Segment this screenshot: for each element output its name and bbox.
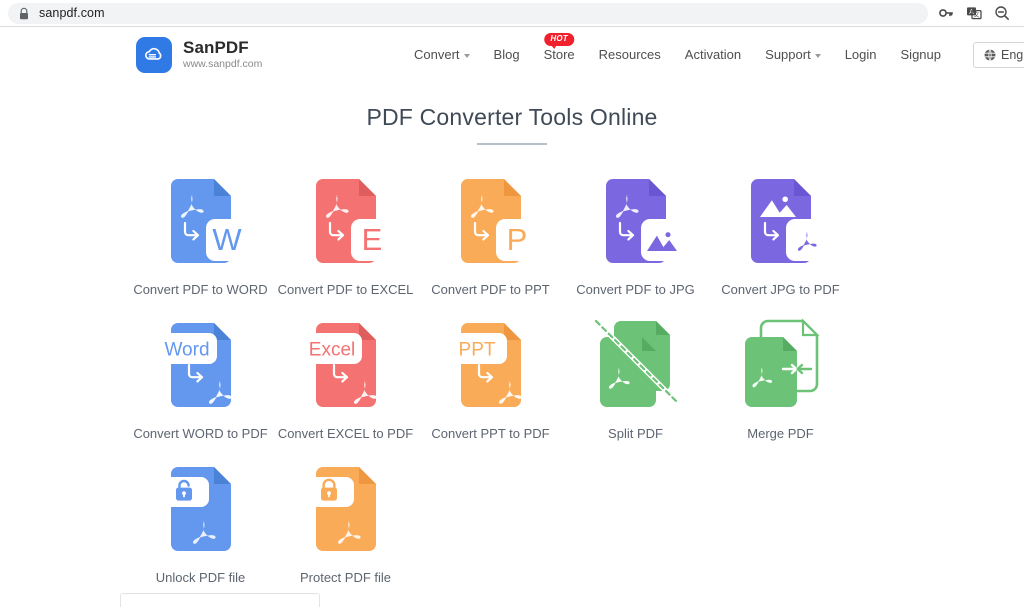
tools-grid: W Convert PDF to WORD E Convert PDF to EXCE… bbox=[0, 171, 1024, 603]
nav-item-support[interactable]: Support bbox=[753, 47, 833, 62]
nav-item-label: Store bbox=[544, 47, 575, 62]
page-title: PDF Converter Tools Online bbox=[0, 104, 1024, 131]
convert-pdf-to-jpg-icon bbox=[586, 171, 686, 271]
nav-item-label: Activation bbox=[685, 47, 741, 62]
language-selector-label: English bbox=[1001, 48, 1024, 62]
nav-item-label: Signup bbox=[901, 47, 941, 62]
browser-toolbar-actions: A 文 bbox=[938, 5, 1010, 21]
svg-text:P: P bbox=[506, 222, 527, 257]
svg-text:Word: Word bbox=[164, 340, 209, 361]
convert-word-to-pdf-icon: Word bbox=[151, 315, 251, 415]
tool-card-convert-excel-to-pdf[interactable]: Excel Convert EXCEL to PDF bbox=[273, 315, 418, 441]
brand-name: SanPDF bbox=[183, 39, 262, 56]
address-bar[interactable]: sanpdf.com bbox=[8, 3, 928, 24]
tool-label: Convert PDF to JPG bbox=[576, 282, 694, 297]
tool-card-convert-pdf-to-excel[interactable]: E Convert PDF to EXCEL bbox=[273, 171, 418, 297]
tool-label: Unlock PDF file bbox=[156, 570, 246, 585]
svg-text:E: E bbox=[361, 222, 382, 257]
tool-label: Convert PDF to EXCEL bbox=[278, 282, 414, 297]
tool-label: Convert WORD to PDF bbox=[133, 426, 267, 441]
convert-ppt-to-pdf-icon: PPT bbox=[441, 315, 541, 415]
page-title-block: PDF Converter Tools Online bbox=[0, 104, 1024, 145]
tool-card-convert-jpg-to-pdf[interactable]: Convert JPG to PDF bbox=[708, 171, 853, 297]
nav-item-convert[interactable]: Convert bbox=[414, 47, 482, 62]
convert-pdf-to-word-icon: W bbox=[151, 171, 251, 271]
nav-item-blog[interactable]: Blog bbox=[482, 47, 532, 62]
tool-card-convert-pdf-to-word[interactable]: W Convert PDF to WORD bbox=[128, 171, 273, 297]
merge-pdf-icon bbox=[731, 315, 831, 415]
nav-item-store[interactable]: HOTStore bbox=[532, 47, 587, 62]
hot-badge: HOT bbox=[544, 33, 574, 46]
nav-item-activation[interactable]: Activation bbox=[673, 47, 753, 62]
convert-pdf-to-ppt-icon: P bbox=[441, 171, 541, 271]
nav-item-label: Blog bbox=[494, 47, 520, 62]
nav-item-label: Resources bbox=[599, 47, 661, 62]
tool-card-convert-ppt-to-pdf[interactable]: PPT Convert PPT to PDF bbox=[418, 315, 563, 441]
nav-item-label: Convert bbox=[414, 47, 460, 62]
main-navigation: Convert Blog HOTStore Resources Activation Su… bbox=[414, 27, 1024, 82]
tool-card-convert-pdf-to-jpg[interactable]: Convert PDF to JPG bbox=[563, 171, 708, 297]
address-bar-url: sanpdf.com bbox=[39, 6, 105, 20]
tool-card-convert-pdf-to-ppt[interactable]: P Convert PDF to PPT bbox=[418, 171, 563, 297]
unlock-pdf-file-icon bbox=[151, 459, 251, 559]
brand-url: www.sanpdf.com bbox=[183, 59, 262, 70]
nav-item-label: Login bbox=[845, 47, 877, 62]
nav-item-label: Support bbox=[765, 47, 811, 62]
tool-label: Convert PPT to PDF bbox=[431, 426, 549, 441]
translate-icon[interactable]: A 文 bbox=[966, 5, 982, 21]
browser-toolbar: sanpdf.com A 文 bbox=[0, 0, 1024, 27]
protect-pdf-file-icon bbox=[296, 459, 396, 559]
page-bottom-panel-edge bbox=[120, 593, 320, 607]
svg-text:PPT: PPT bbox=[458, 340, 495, 361]
nav-item-login[interactable]: Login bbox=[833, 47, 889, 62]
tool-label: Protect PDF file bbox=[300, 570, 391, 585]
globe-icon bbox=[984, 49, 996, 61]
tool-label: Convert JPG to PDF bbox=[721, 282, 839, 297]
convert-excel-to-pdf-icon: Excel bbox=[296, 315, 396, 415]
language-selector[interactable]: English bbox=[973, 42, 1024, 68]
tool-card-convert-word-to-pdf[interactable]: Word Convert WORD to PDF bbox=[128, 315, 273, 441]
svg-text:文: 文 bbox=[973, 11, 979, 19]
chevron-down-icon bbox=[464, 54, 470, 58]
convert-jpg-to-pdf-icon bbox=[731, 171, 831, 271]
split-pdf-icon bbox=[586, 315, 686, 415]
nav-item-resources[interactable]: Resources bbox=[587, 47, 673, 62]
brand-logo-link[interactable]: SanPDF www.sanpdf.com bbox=[136, 37, 262, 73]
chevron-down-icon bbox=[815, 54, 821, 58]
tool-card-split-pdf[interactable]: Split PDF bbox=[563, 315, 708, 441]
title-divider bbox=[477, 143, 547, 145]
cloud-upload-icon bbox=[136, 37, 172, 73]
password-key-icon[interactable] bbox=[938, 5, 954, 21]
site-header: SanPDF www.sanpdf.com Convert Blog HOTStor… bbox=[0, 27, 1024, 82]
tool-label: Merge PDF bbox=[747, 426, 813, 441]
tool-label: Split PDF bbox=[608, 426, 663, 441]
tool-label: Convert EXCEL to PDF bbox=[278, 426, 413, 441]
svg-text:W: W bbox=[212, 222, 242, 257]
tool-card-unlock-pdf-file[interactable]: Unlock PDF file bbox=[128, 459, 273, 585]
convert-pdf-to-excel-icon: E bbox=[296, 171, 396, 271]
zoom-out-icon[interactable] bbox=[994, 5, 1010, 21]
nav-item-signup[interactable]: Signup bbox=[889, 47, 953, 62]
tool-label: Convert PDF to WORD bbox=[133, 282, 267, 297]
tool-card-protect-pdf-file[interactable]: Protect PDF file bbox=[273, 459, 418, 585]
tool-label: Convert PDF to PPT bbox=[431, 282, 549, 297]
lock-icon bbox=[18, 7, 30, 20]
tool-card-merge-pdf[interactable]: Merge PDF bbox=[708, 315, 853, 441]
svg-text:Excel: Excel bbox=[308, 340, 354, 361]
